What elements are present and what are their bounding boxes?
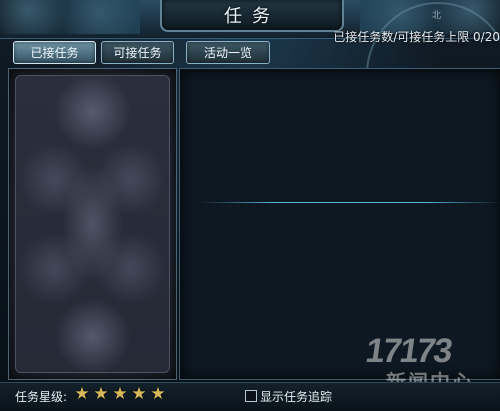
star-icon: ★ (131, 384, 147, 404)
detail-divider (200, 202, 500, 203)
quest-list-panel (8, 68, 177, 380)
star-icon: ★ (74, 384, 90, 404)
window-title: 任务 (224, 6, 280, 27)
star-icon: ★ (112, 384, 128, 404)
tab-activity-list[interactable]: 活动一览 (186, 41, 270, 64)
quest-star-rating: ★ ★ ★ ★ ★ (73, 386, 167, 403)
tab-available-quests[interactable]: 可接任务 (101, 41, 174, 64)
quest-count-indicator: 已接任务数/可接任务上限 0/20 (333, 30, 500, 44)
left-ornament (0, 0, 140, 34)
title-plate: 任务 (160, 0, 344, 32)
star-icon: ★ (93, 384, 109, 404)
carved-stone-decoration (15, 75, 170, 373)
tab-accepted-quests[interactable]: 已接任务 (13, 41, 96, 64)
star-icon: ★ (150, 384, 166, 404)
track-quest-checkbox[interactable] (245, 390, 257, 402)
track-quest-label[interactable]: 显示任务追踪 (260, 388, 332, 405)
quest-star-label: 任务星级: (15, 390, 68, 404)
quest-detail-panel (179, 68, 500, 380)
